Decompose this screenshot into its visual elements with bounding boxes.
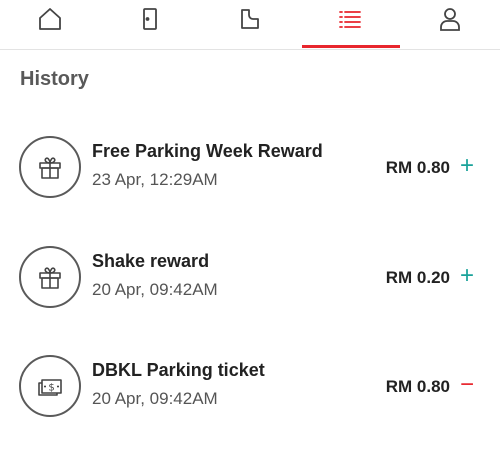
- history-item[interactable]: $ DBKL Parking ticket 20 Apr, 09:42AM RM…: [0, 355, 500, 435]
- item-icon-circle: [19, 136, 81, 198]
- item-amount: RM 0.80: [385, 377, 450, 396]
- tab-history[interactable]: [300, 0, 400, 50]
- item-date: 23 Apr, 12:29AM: [92, 170, 218, 189]
- gift-icon: [39, 267, 61, 289]
- credit-plus-icon: +: [460, 262, 475, 289]
- tab-profile[interactable]: [400, 0, 500, 50]
- ticket-icon: [241, 9, 259, 29]
- item-icon-circle: [19, 246, 81, 308]
- item-title: Shake reward: [92, 251, 210, 271]
- item-title: Free Parking Week Reward: [92, 141, 323, 161]
- gift-icon: [39, 157, 61, 179]
- ticket-cash-icon: $: [38, 379, 62, 396]
- svg-text:$: $: [48, 383, 54, 394]
- credit-plus-icon: +: [460, 152, 475, 179]
- item-date: 20 Apr, 09:42AM: [92, 280, 218, 299]
- tab-home[interactable]: [0, 0, 100, 50]
- home-icon: [39, 8, 61, 30]
- item-amount: RM 0.20: [385, 268, 450, 287]
- history-item[interactable]: Shake reward 20 Apr, 09:42AM RM 0.20 +: [0, 246, 500, 326]
- tab-tickets[interactable]: [200, 0, 300, 50]
- top-tab-bar: [0, 0, 500, 50]
- debit-minus-icon: −: [460, 371, 475, 398]
- item-amount: RM 0.80: [385, 158, 450, 177]
- active-tab-indicator: [302, 45, 400, 48]
- tab-phone[interactable]: [100, 0, 200, 50]
- phone-icon: [143, 8, 157, 30]
- page-title: History: [20, 68, 89, 90]
- history-item[interactable]: Free Parking Week Reward 23 Apr, 12:29AM…: [0, 136, 500, 216]
- item-icon-circle: $: [19, 355, 81, 417]
- history-list-icon: [339, 11, 361, 28]
- item-title: DBKL Parking ticket: [92, 360, 265, 380]
- profile-icon: [440, 8, 460, 31]
- item-date: 20 Apr, 09:42AM: [92, 389, 218, 408]
